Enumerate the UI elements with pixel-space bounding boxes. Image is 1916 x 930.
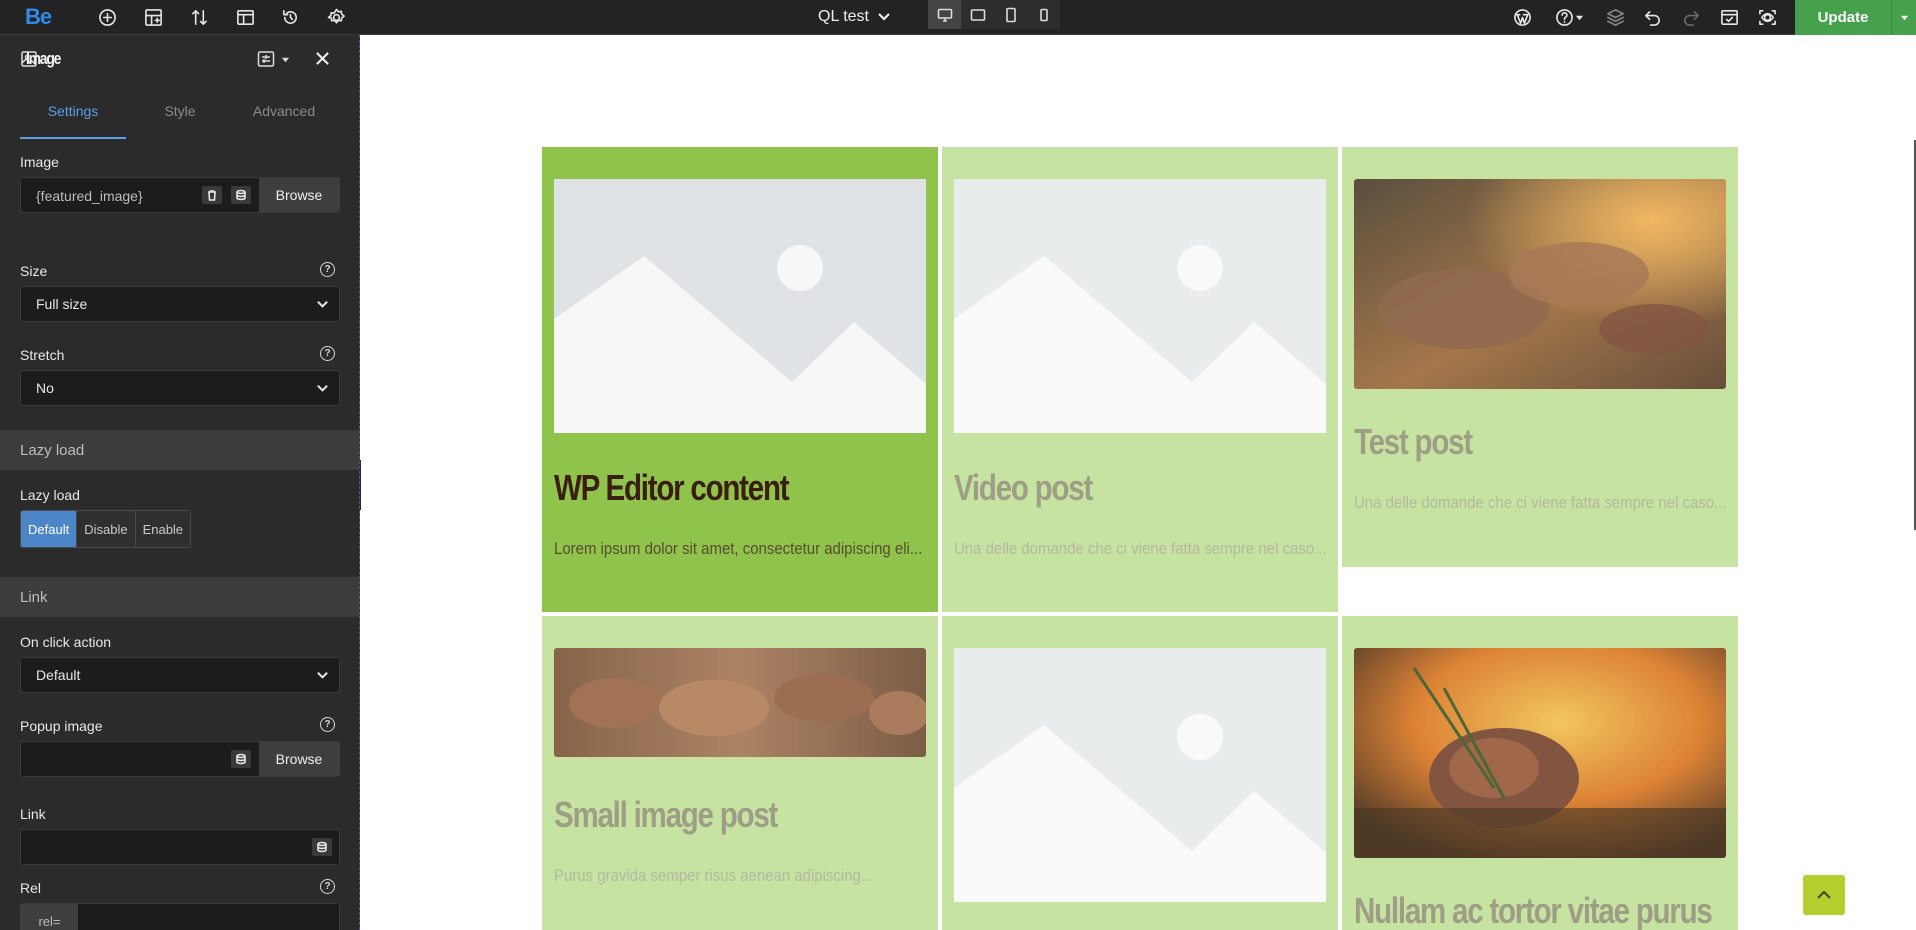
food-image[interactable]	[554, 648, 926, 757]
link-field[interactable]	[20, 829, 340, 865]
rel-prefix: rel=	[21, 904, 78, 930]
history-icon[interactable]	[276, 3, 304, 31]
sort-icon[interactable]	[185, 3, 213, 31]
post-excerpt: Purus gravida semper risus aenean adipis…	[554, 866, 874, 885]
active-tab-indicator	[20, 137, 126, 139]
layers-icon[interactable]	[1601, 3, 1629, 31]
tab-advanced[interactable]: Advanced	[214, 83, 354, 139]
post-title[interactable]: Test post	[1354, 421, 1473, 463]
post-card[interactable]: WP Editor content Lorem ipsum dolor sit …	[542, 147, 938, 612]
stretch-label: Stretch	[20, 347, 65, 363]
size-label: Size	[20, 263, 48, 279]
post-title[interactable]: Video post	[954, 467, 1093, 509]
image-placeholder-icon[interactable]	[954, 648, 1326, 902]
post-card[interactable]	[942, 616, 1338, 930]
post-excerpt: Una delle domande che ci viene fatta sem…	[1354, 493, 1727, 512]
size-select[interactable]: Full size	[20, 286, 340, 322]
popup-browse-button[interactable]: Browse	[259, 742, 339, 776]
chevron-up-icon	[1817, 890, 1831, 899]
dynamic-data-icon[interactable]	[231, 750, 251, 768]
device-switcher	[928, 0, 1060, 29]
desktop-icon[interactable]	[928, 0, 961, 29]
post-excerpt: Una delle domande che ci viene fatta sem…	[954, 539, 1327, 558]
view-icon[interactable]	[1753, 3, 1781, 31]
lazy-load-toggle: Default Disable Enable	[20, 510, 192, 548]
chevron-down-icon	[317, 384, 328, 392]
post-title[interactable]: Small image post	[554, 794, 778, 836]
link-section[interactable]: Link	[0, 577, 359, 617]
help-icon[interactable]: ?	[320, 717, 335, 732]
image-source-field[interactable]: {featured_image} Browse	[20, 177, 340, 213]
stretch-value: No	[36, 380, 54, 396]
onclick-value: Default	[36, 667, 81, 683]
undo-icon[interactable]	[1638, 3, 1666, 31]
link-label: Link	[20, 806, 46, 822]
element-settings-panel: Image Settings Style Advanced Image {fea…	[0, 35, 360, 930]
update-dropdown-icon[interactable]	[1891, 0, 1916, 35]
close-icon[interactable]	[315, 51, 330, 66]
page-selector[interactable]: QL test	[818, 2, 891, 32]
presets-icon[interactable]	[257, 50, 290, 68]
help-dropdown-caret-icon[interactable]	[1572, 3, 1586, 31]
page-name: QL test	[818, 8, 869, 25]
post-card[interactable]: Test post Una delle domande che ci viene…	[1342, 147, 1738, 567]
rel-field[interactable]: rel=	[20, 903, 340, 930]
stretch-select[interactable]: No	[20, 370, 340, 406]
post-card[interactable]: Small image post Purus gravida semper ri…	[542, 616, 938, 930]
panel-tabs: Settings Style Advanced	[0, 83, 359, 139]
wordpress-icon[interactable]	[1508, 3, 1536, 31]
chevron-down-icon	[317, 300, 328, 308]
size-value: Full size	[36, 296, 88, 312]
lazy-disable-option[interactable]: Disable	[77, 511, 136, 547]
dynamic-data-icon[interactable]	[312, 838, 332, 856]
panel-title: Image	[26, 49, 61, 68]
tablet-portrait-icon[interactable]	[994, 0, 1027, 29]
post-title[interactable]: WP Editor content	[554, 467, 790, 509]
template-icon[interactable]	[231, 3, 259, 31]
popup-image-label: Popup image	[20, 718, 103, 734]
onclick-select[interactable]: Default	[20, 657, 340, 693]
image-source-value: {featured_image}	[36, 188, 143, 204]
preview-icon[interactable]	[1715, 3, 1743, 31]
dynamic-data-icon[interactable]	[231, 186, 251, 204]
image-placeholder-icon[interactable]	[954, 179, 1326, 433]
builder-logo[interactable]: Be	[25, 4, 52, 30]
mobile-icon[interactable]	[1027, 0, 1060, 29]
popup-image-field[interactable]: Browse	[20, 741, 340, 777]
trash-icon[interactable]	[202, 186, 222, 204]
help-icon[interactable]: ?	[320, 346, 335, 361]
image-label: Image	[20, 154, 59, 170]
settings-icon[interactable]	[322, 3, 350, 31]
food-image[interactable]	[1354, 179, 1726, 389]
post-card[interactable]: Video post Una delle domande che ci vien…	[942, 147, 1338, 612]
top-toolbar: Be QL test Update	[0, 0, 1916, 35]
image-placeholder-icon[interactable]	[554, 179, 926, 433]
plus-circle-icon[interactable]	[93, 3, 121, 31]
layout-add-icon[interactable]	[139, 3, 167, 31]
onclick-label: On click action	[20, 634, 112, 650]
help-icon[interactable]: ?	[320, 262, 335, 277]
post-card[interactable]: Nullam ac tortor vitae purus	[1342, 616, 1738, 930]
chevron-down-icon	[317, 671, 328, 679]
lazy-enable-option[interactable]: Enable	[135, 511, 191, 547]
tab-settings[interactable]: Settings	[0, 83, 146, 139]
tab-style[interactable]: Style	[146, 83, 214, 139]
rel-label: Rel	[20, 880, 42, 896]
post-title[interactable]: Nullam ac tortor vitae purus	[1354, 890, 1713, 930]
food-image[interactable]	[1354, 648, 1726, 858]
browse-button[interactable]: Browse	[259, 178, 339, 212]
builder-canvas: WP Editor content Lorem ipsum dolor sit …	[361, 35, 1916, 930]
panel-header: Image	[0, 35, 359, 83]
lazy-load-label: Lazy load	[20, 487, 80, 503]
lazy-load-section[interactable]: Lazy load	[0, 430, 359, 470]
scroll-to-top-button[interactable]	[1803, 875, 1845, 915]
chevron-down-icon	[878, 13, 890, 21]
redo-icon[interactable]	[1677, 3, 1705, 31]
help-icon[interactable]: ?	[320, 879, 335, 894]
tablet-landscape-icon[interactable]	[961, 0, 994, 29]
post-excerpt: Lorem ipsum dolor sit amet, consectetur …	[554, 539, 923, 558]
lazy-default-option[interactable]: Default	[21, 511, 78, 547]
update-button[interactable]: Update	[1795, 0, 1891, 35]
